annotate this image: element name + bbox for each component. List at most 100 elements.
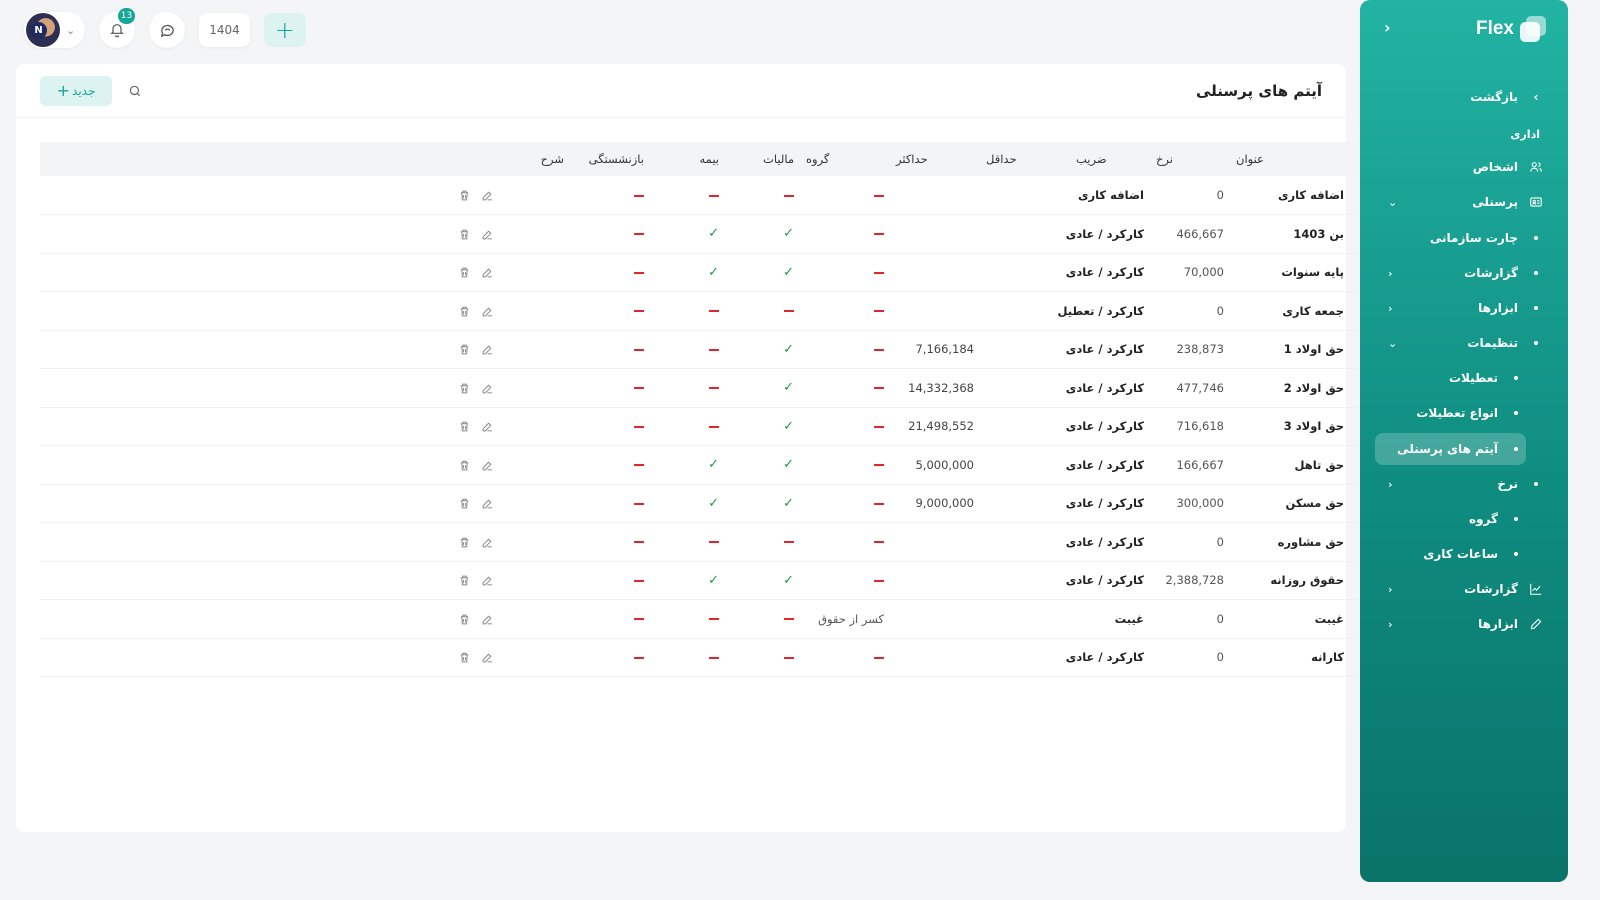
- dash-icon: [784, 194, 794, 197]
- trash-icon[interactable]: [458, 382, 471, 395]
- table-row[interactable]: پرداخت اضافه کاری 0 اضافه کاری: [40, 176, 1420, 215]
- dash-icon: [874, 310, 884, 313]
- sidebar-item[interactable]: تعطیلات: [1388, 364, 1544, 392]
- sidebar-item[interactable]: ساعات کاری: [1388, 540, 1544, 568]
- table-row[interactable]: پرداخت کارانه 0 کارکرد / عادی: [40, 638, 1420, 677]
- cell-group: [800, 253, 890, 292]
- table-row[interactable]: پرداخت حق اولاد 3 716,618 کارکرد / عادی …: [40, 407, 1420, 446]
- edit-icon[interactable]: [481, 228, 494, 241]
- sidebar-back[interactable]: › بازگشت: [1388, 83, 1544, 111]
- collapse-sidebar-icon[interactable]: ‹: [1384, 18, 1391, 37]
- notifications-button[interactable]: 13: [99, 8, 136, 48]
- sidebar-item[interactable]: چارت سازمانی: [1388, 224, 1544, 252]
- quick-add-button[interactable]: +: [263, 13, 306, 47]
- trash-icon[interactable]: [458, 343, 471, 356]
- sidebar-item[interactable]: ابزارها ‹: [1388, 294, 1544, 322]
- dash-icon: [634, 387, 644, 390]
- trash-icon[interactable]: [458, 536, 471, 549]
- table-row[interactable]: کسر غیبت 0 غیبت کسر از حقوق: [40, 599, 1420, 639]
- edit-icon[interactable]: [481, 613, 494, 626]
- table-row[interactable]: پرداخت حقوق روزانه 2,388,728 کارکرد / عا…: [40, 561, 1420, 600]
- edit-icon[interactable]: [481, 459, 494, 472]
- brand-logo[interactable]: Flex: [1476, 16, 1546, 42]
- dash-icon: [784, 618, 794, 621]
- sidebar-item[interactable]: گزارشات ‹: [1388, 259, 1544, 287]
- messages-button[interactable]: [149, 12, 186, 48]
- table-row[interactable]: پرداخت حق مشاوره 0 کارکرد / عادی: [40, 522, 1420, 562]
- cell-max: [890, 176, 980, 215]
- cell-max: 14,332,368: [890, 368, 980, 408]
- table-row[interactable]: پرداخت حق مسکن 300,000 کارکرد / عادی 9,0…: [40, 484, 1420, 523]
- cell-group: [800, 330, 890, 369]
- sidebar-item[interactable]: پرسنلی ⌄: [1388, 188, 1544, 216]
- plus-icon: +: [274, 16, 295, 44]
- bullet-icon: [1508, 517, 1524, 521]
- table-row[interactable]: پرداخت حق اولاد 2 477,746 کارکرد / عادی …: [40, 368, 1420, 408]
- table-row[interactable]: پرداخت جمعه کاری 0 کارکرد / تعطیل: [40, 291, 1420, 331]
- cell-retirement: [570, 638, 650, 677]
- bullet-icon: [1528, 306, 1544, 310]
- cell-insurance: [650, 638, 725, 677]
- trash-icon[interactable]: [458, 613, 471, 626]
- sidebar-item[interactable]: ابزارها ‹: [1388, 610, 1544, 638]
- fiscal-year-selector[interactable]: 1404: [199, 13, 250, 47]
- cell-tax: [725, 522, 800, 562]
- sidebar-item[interactable]: نرخ ‹: [1388, 470, 1544, 498]
- trash-icon[interactable]: [458, 228, 471, 241]
- chevron-right-icon: ›: [1533, 90, 1539, 104]
- trash-icon[interactable]: [458, 305, 471, 318]
- edit-icon[interactable]: [481, 420, 494, 433]
- cell-max: 9,000,000: [890, 484, 980, 523]
- edit-icon[interactable]: [481, 305, 494, 318]
- trash-icon[interactable]: [458, 189, 471, 202]
- edit-icon[interactable]: [481, 343, 494, 356]
- table-row[interactable]: پرداخت حق اولاد 1 238,873 کارکرد / عادی …: [40, 330, 1420, 369]
- cell-description: [510, 407, 570, 446]
- sidebar-back-label: بازگشت: [1470, 90, 1518, 104]
- cell-insurance: [650, 291, 725, 331]
- edit-icon[interactable]: [481, 266, 494, 279]
- chevron-left-icon: ‹: [1388, 266, 1393, 280]
- cell-rate: 0: [1150, 291, 1230, 331]
- edit-icon[interactable]: [481, 536, 494, 549]
- sidebar-item[interactable]: انواع تعطیلات: [1388, 399, 1544, 427]
- edit-icon[interactable]: [481, 382, 494, 395]
- dash-icon: [709, 310, 719, 313]
- avatar: N: [26, 13, 60, 47]
- cell-min: [980, 176, 1070, 215]
- table-row[interactable]: پرداخت بن 1403 466,667 کارکرد / عادی ✓ ✓: [40, 214, 1420, 254]
- check-icon: ✓: [783, 572, 794, 588]
- check-icon: ✓: [783, 226, 794, 242]
- table-row[interactable]: پرداخت پایه سنوات 70,000 کارکرد / عادی ✓…: [40, 253, 1420, 292]
- trash-icon[interactable]: [458, 574, 471, 587]
- sidebar-item[interactable]: آیتم های پرسنلی: [1388, 435, 1544, 463]
- cell-title: حق مشاوره: [1230, 522, 1350, 562]
- dash-icon: [874, 194, 884, 197]
- trash-icon[interactable]: [458, 420, 471, 433]
- trash-icon[interactable]: [458, 651, 471, 664]
- sidebar-item[interactable]: گزارشات ‹: [1388, 575, 1544, 603]
- user-menu[interactable]: N ⌄: [24, 12, 86, 48]
- trash-icon[interactable]: [458, 459, 471, 472]
- trash-icon[interactable]: [458, 497, 471, 510]
- cell-rate: 166,667: [1150, 445, 1230, 485]
- edit-icon[interactable]: [481, 497, 494, 510]
- trash-icon[interactable]: [458, 266, 471, 279]
- sidebar-item[interactable]: اشخاص: [1388, 153, 1544, 181]
- cell-group: [800, 407, 890, 446]
- sidebar-item[interactable]: گروه: [1388, 505, 1544, 533]
- new-item-button[interactable]: + جدید: [40, 75, 112, 106]
- edit-icon[interactable]: [481, 651, 494, 664]
- plus-icon: +: [56, 80, 71, 100]
- table-row[interactable]: پرداخت حق تاهل 166,667 کارکرد / عادی 5,0…: [40, 445, 1420, 485]
- sidebar: Flex ‹ › بازگشت اداری اشخاص پرسنلی ⌄ چارت س…: [1360, 0, 1568, 882]
- cell-min: [980, 445, 1070, 485]
- sidebar-item-label: گزارشات: [1464, 582, 1518, 596]
- sidebar-item[interactable]: تنظیمات ⌄: [1388, 329, 1544, 357]
- search-icon[interactable]: [128, 84, 142, 98]
- dash-icon: [634, 541, 644, 544]
- table-header-row: نوع عنوان نرخ ضریب حداقل حداکثر گروه مال…: [40, 142, 1420, 176]
- edit-icon[interactable]: [481, 574, 494, 587]
- edit-icon[interactable]: [481, 189, 494, 202]
- cell-insurance: [650, 176, 725, 215]
